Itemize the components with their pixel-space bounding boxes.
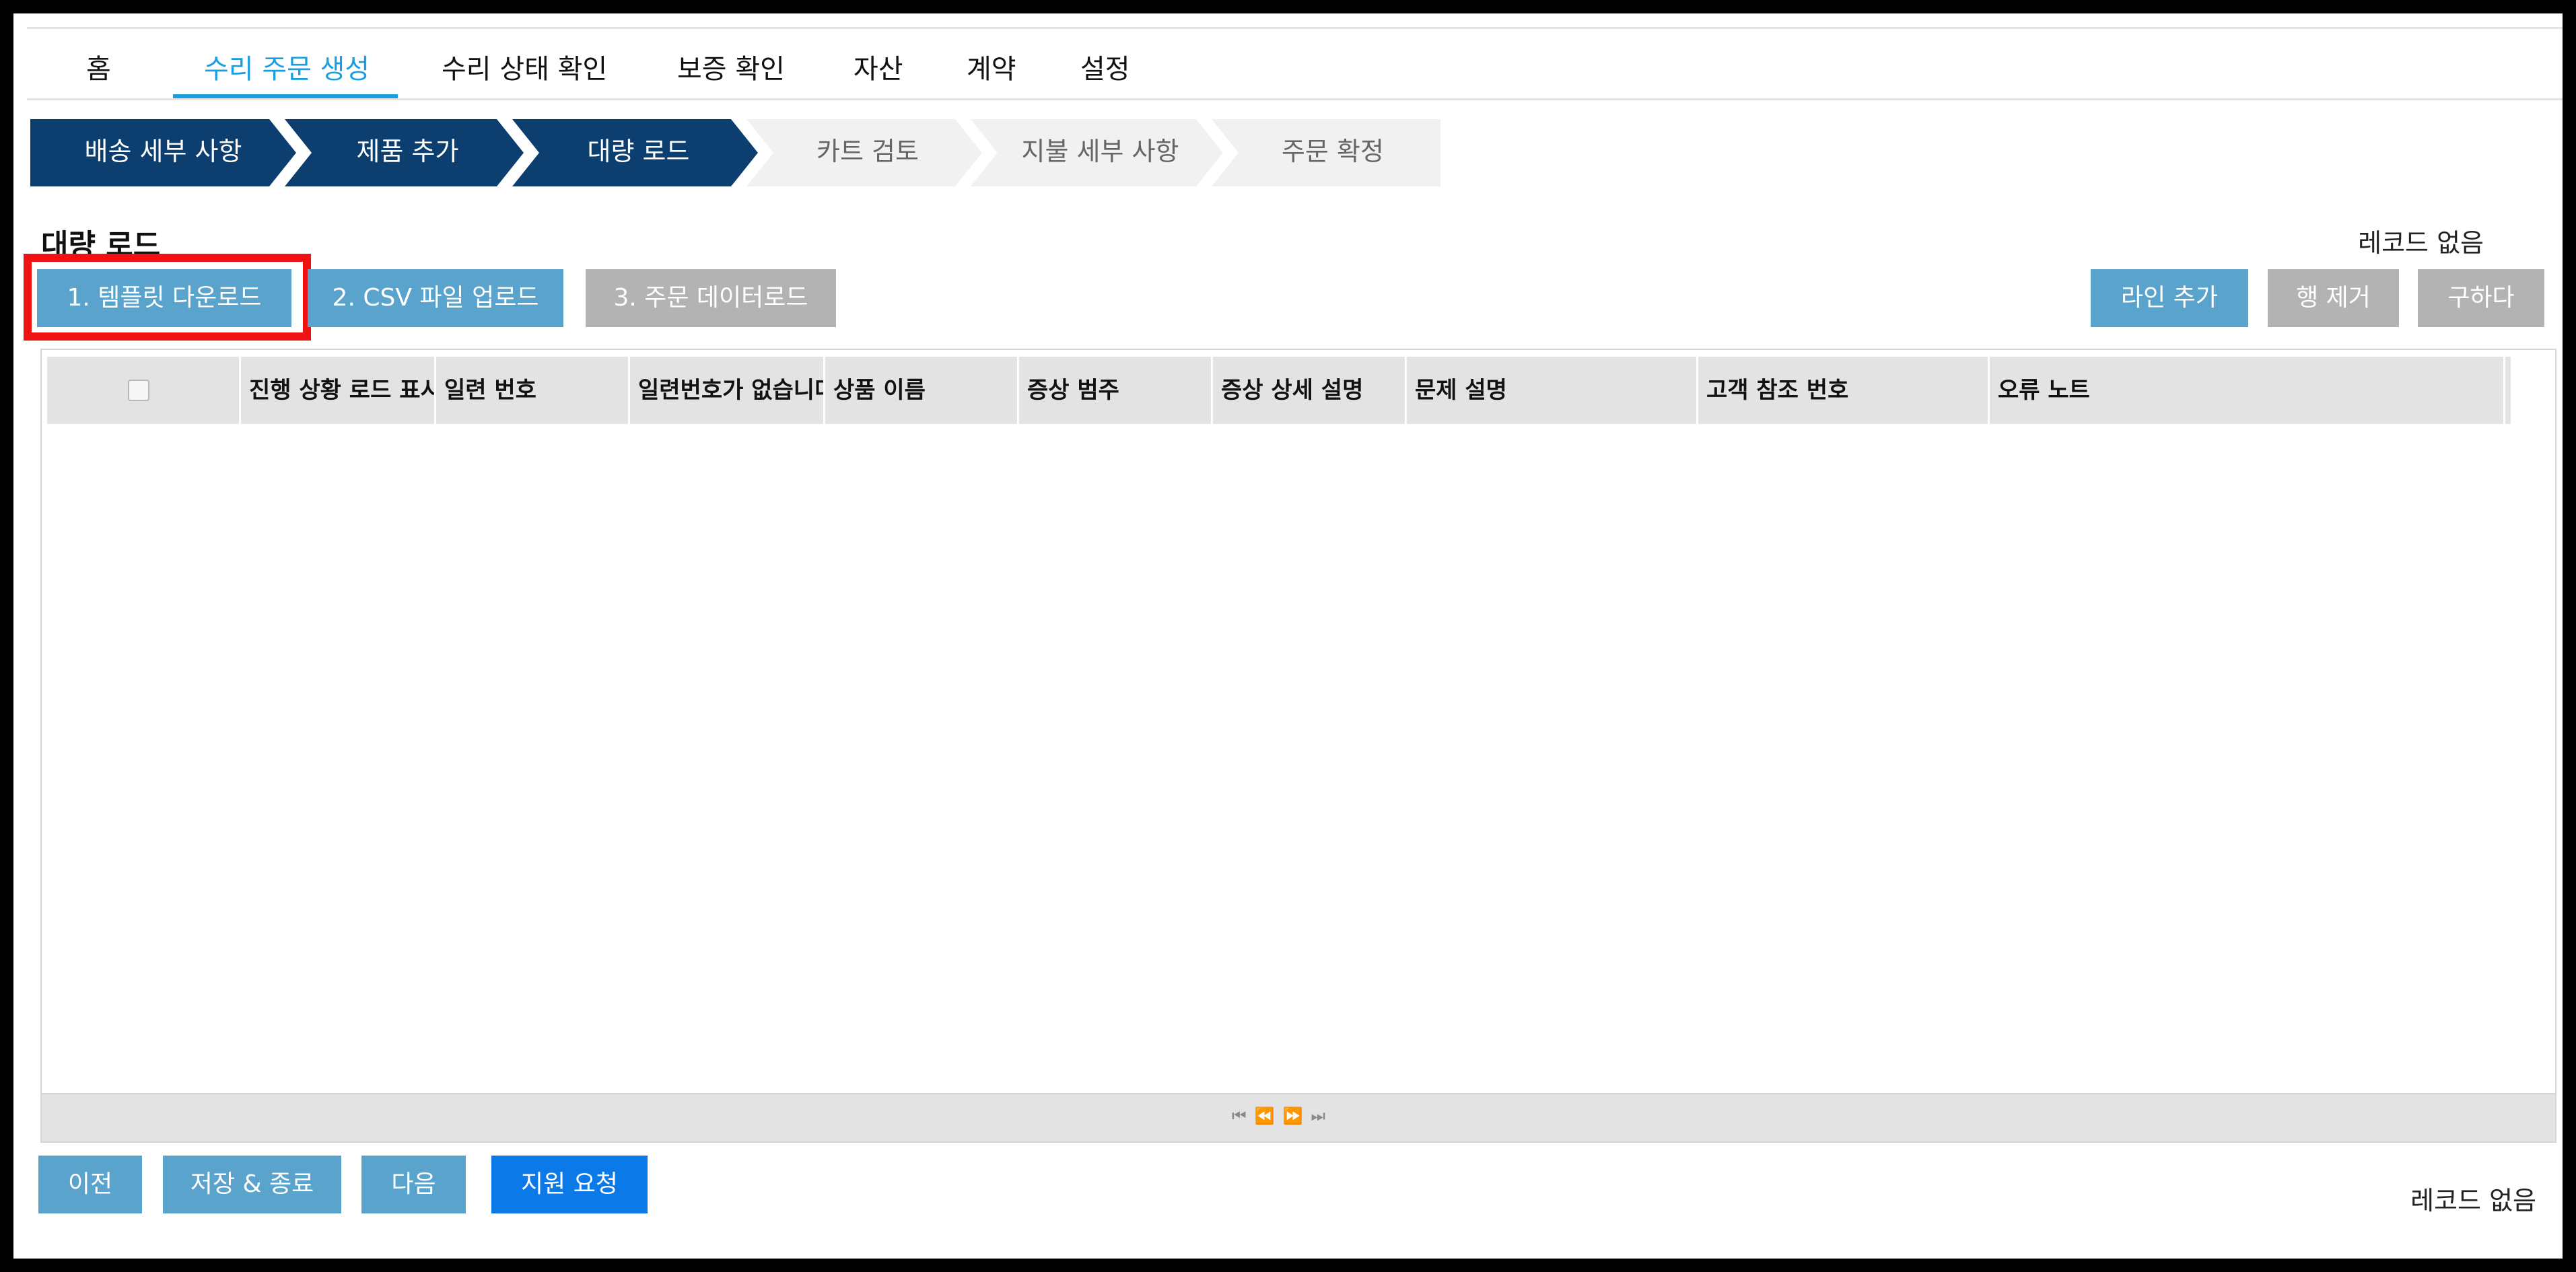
column-header[interactable]: 문제 설명 bbox=[1407, 357, 1698, 424]
step-payment-details[interactable]: 지불 세부 사항 bbox=[971, 119, 1223, 186]
step-add-product[interactable]: 제품 추가 bbox=[285, 119, 524, 186]
record-status-top: 레코드 없음 bbox=[2358, 228, 2484, 258]
get-button[interactable]: 구하다 bbox=[2418, 269, 2544, 327]
column-header[interactable]: 일련 번호 bbox=[436, 357, 630, 424]
step-order-confirm[interactable]: 주문 확정 bbox=[1212, 119, 1440, 186]
nav-item-create-repair-order[interactable]: 수리 주문 생성 bbox=[172, 46, 398, 98]
grid-pager: ⏮⏪⏩⏭ bbox=[42, 1093, 2555, 1141]
pager-controls: ⏮⏪⏩⏭ bbox=[1232, 1106, 1333, 1125]
top-divider bbox=[27, 27, 2563, 29]
next-button[interactable]: 다음 bbox=[361, 1156, 466, 1213]
step-wizard: 배송 세부 사항 제품 추가 대량 로드 카트 검토 지불 세부 사항 주문 확… bbox=[30, 119, 1444, 186]
column-header[interactable]: 고객 참조 번호 bbox=[1698, 357, 1990, 424]
select-all-checkbox[interactable] bbox=[128, 380, 149, 401]
bulk-load-grid: 진행 상황 로드 표시 일련 번호 일련번호가 없습니다 상품 이름 증상 범주… bbox=[40, 349, 2556, 1143]
select-all-column bbox=[47, 357, 241, 424]
step-shipping-details[interactable]: 배송 세부 사항 bbox=[30, 119, 296, 186]
column-header[interactable]: 증상 범주 bbox=[1019, 357, 1213, 424]
step-bulk-load[interactable]: 대량 로드 bbox=[512, 119, 758, 186]
download-template-button[interactable]: 1. 템플릿 다운로드 bbox=[37, 269, 291, 327]
nav-divider bbox=[27, 98, 2563, 100]
load-order-data-button[interactable]: 3. 주문 데이터로드 bbox=[586, 269, 836, 327]
first-page-icon[interactable]: ⏮ bbox=[1232, 1106, 1255, 1125]
grid-header: 진행 상황 로드 표시 일련 번호 일련번호가 없습니다 상품 이름 증상 범주… bbox=[47, 357, 2511, 424]
grid-body bbox=[47, 424, 2550, 1094]
save-exit-button[interactable]: 저장 & 종료 bbox=[163, 1156, 341, 1213]
app-window: 홈 수리 주문 생성 수리 상태 확인 보증 확인 자산 계약 설정 배송 세부… bbox=[13, 13, 2563, 1259]
nav-item-home[interactable]: 홈 bbox=[86, 46, 111, 98]
nav-item-assets[interactable]: 자산 bbox=[854, 46, 903, 98]
upload-csv-button[interactable]: 2. CSV 파일 업로드 bbox=[308, 269, 563, 327]
column-header[interactable]: 상품 이름 bbox=[825, 357, 1019, 424]
column-header[interactable]: 오류 노트 bbox=[1990, 357, 2505, 424]
column-header[interactable]: 진행 상황 로드 표시 bbox=[241, 357, 436, 424]
nav-item-check-warranty[interactable]: 보증 확인 bbox=[677, 46, 785, 98]
nav-item-settings[interactable]: 설정 bbox=[1080, 46, 1130, 98]
record-status-bottom: 레코드 없음 bbox=[2410, 1186, 2536, 1215]
prev-button[interactable]: 이전 bbox=[38, 1156, 142, 1213]
nav-item-check-repair-status[interactable]: 수리 상태 확인 bbox=[442, 46, 607, 98]
column-header[interactable]: 증상 상세 설명 bbox=[1213, 357, 1407, 424]
column-header[interactable]: 일련번호가 없습니다 bbox=[630, 357, 825, 424]
top-nav: 홈 수리 주문 생성 수리 상태 확인 보증 확인 자산 계약 설정 bbox=[57, 46, 2563, 100]
step-cart-review[interactable]: 카트 검토 bbox=[746, 119, 982, 186]
nav-item-contracts[interactable]: 계약 bbox=[967, 46, 1016, 98]
remove-row-button[interactable]: 행 제거 bbox=[2268, 269, 2399, 327]
support-request-button[interactable]: 지원 요청 bbox=[491, 1156, 648, 1213]
prev-page-icon[interactable]: ⏪ bbox=[1255, 1106, 1283, 1125]
last-page-icon[interactable]: ⏭ bbox=[1311, 1106, 1333, 1125]
add-line-button[interactable]: 라인 추가 bbox=[2091, 269, 2248, 327]
next-page-icon[interactable]: ⏩ bbox=[1283, 1106, 1311, 1125]
